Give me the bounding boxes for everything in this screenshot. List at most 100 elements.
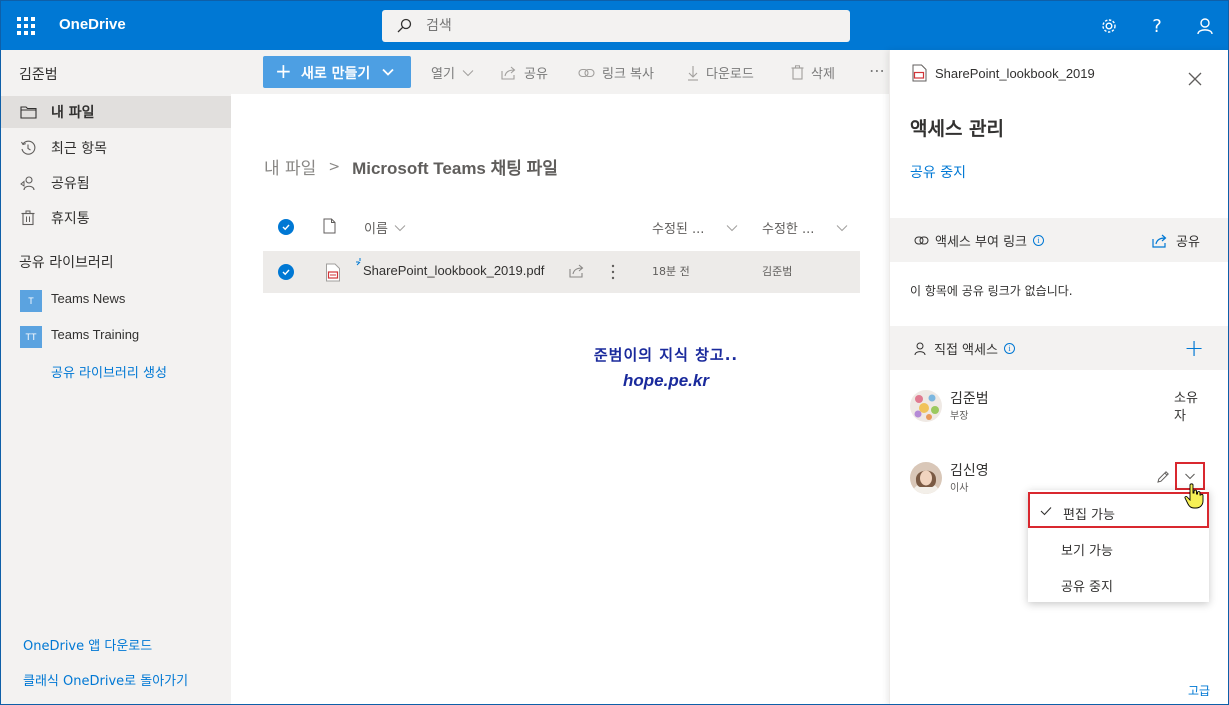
app-brand[interactable]: OneDrive: [59, 16, 126, 33]
more-button[interactable]: ⋯: [869, 61, 885, 80]
command-bar: + 새로 만들기 열기 공유 링크 복사 다운로드 삭제 ⋯: [231, 50, 889, 94]
nav-item-trash[interactable]: 휴지통: [1, 202, 231, 234]
classic-onedrive-link[interactable]: 클래식 OneDrive로 돌아가기: [23, 670, 188, 689]
trash-icon: [19, 209, 37, 227]
links-section-header: 액세스 부여 링크 i 공유: [890, 218, 1228, 262]
share-icon[interactable]: [569, 264, 585, 278]
info-icon[interactable]: i: [1033, 235, 1044, 246]
panel-file-name: SharePoint_lookbook_2019: [935, 65, 1095, 81]
person-icon[interactable]: [1193, 14, 1217, 38]
download-icon: [688, 65, 698, 81]
menu-item-can-view[interactable]: 보기 가능: [1028, 530, 1209, 566]
more-vertical-icon[interactable]: [611, 264, 615, 280]
library-label: Teams News: [51, 291, 126, 306]
history-icon: [19, 139, 37, 157]
main-content: 내 파일 > Microsoft Teams 채팅 파일 이름 수정된 ... …: [231, 94, 889, 704]
search-box[interactable]: [382, 10, 850, 42]
panel-title: 액세스 관리: [910, 118, 1005, 140]
breadcrumb-root[interactable]: 내 파일: [264, 154, 316, 179]
chevron-down-icon: [837, 224, 848, 231]
direct-access-label: 직접 액세스: [934, 343, 998, 358]
file-name[interactable]: SharePoint_lookbook_2019.pdf: [363, 263, 544, 278]
left-nav: 김준범 내 파일 최근 항목 공유됨 휴지통 공유 라이브러리 T Teams …: [1, 50, 231, 704]
nav-item-shared[interactable]: 공유됨: [1, 167, 231, 199]
breadcrumb: 내 파일 > Microsoft Teams 채팅 파일: [264, 154, 558, 180]
hand-cursor-icon: [1184, 483, 1204, 509]
table-row[interactable]: SharePoint_lookbook_2019.pdf 18분 전 김준범: [263, 251, 860, 293]
pdf-file-icon: [326, 263, 340, 282]
library-item-teams-training[interactable]: TT Teams Training: [1, 320, 231, 352]
search-input[interactable]: [426, 16, 826, 36]
panel-share-button[interactable]: 공유: [1152, 231, 1200, 250]
plus-icon: +: [275, 59, 292, 83]
top-bar: OneDrive ?: [1, 1, 1228, 50]
column-modified-by-label: 수정한 ...: [762, 222, 815, 237]
column-header-modified-by[interactable]: 수정한 ...: [762, 218, 848, 237]
column-header-modified[interactable]: 수정된 ...: [652, 218, 738, 237]
column-modified-label: 수정된 ...: [652, 222, 705, 237]
open-label: 열기: [431, 67, 455, 82]
menu-item-can-edit[interactable]: 편집 가능: [1028, 492, 1209, 528]
chevron-down-icon: [462, 69, 474, 76]
open-button[interactable]: 열기: [431, 63, 474, 82]
create-library-link[interactable]: 공유 라이브러리 생성: [51, 362, 167, 381]
chevron-down-icon: [727, 224, 738, 231]
file-type-header[interactable]: [323, 218, 336, 234]
watermark-line2: hope.pe.kr: [623, 371, 709, 390]
close-icon[interactable]: [1188, 72, 1202, 86]
permission-menu: 편집 가능 보기 가능 공유 중지: [1028, 490, 1209, 602]
watermark: 준범이의 지식 창고.. hope.pe.kr: [571, 344, 761, 391]
person-role: 이사: [950, 483, 969, 494]
file-modified-by: 김준범: [762, 265, 793, 278]
link-icon: [578, 68, 595, 77]
watermark-line1: 준범이의 지식 창고..: [593, 346, 739, 364]
direct-access-header: 직접 액세스 i +: [890, 326, 1228, 370]
avatar: [910, 462, 942, 494]
menu-item-stop-sharing[interactable]: 공유 중지: [1028, 566, 1209, 602]
library-item-teams-news[interactable]: T Teams News: [1, 284, 231, 316]
row-checkbox[interactable]: [278, 264, 294, 280]
menu-item-label: 공유 중지: [1061, 580, 1113, 595]
column-header-name[interactable]: 이름: [364, 218, 406, 237]
delete-button[interactable]: 삭제: [791, 63, 835, 82]
share-button[interactable]: 공유: [501, 63, 548, 82]
info-icon[interactable]: i: [1003, 343, 1015, 354]
person-name: 김신영: [950, 463, 989, 479]
share-label: 공유: [524, 67, 548, 82]
nav-user-name: 김준범: [19, 67, 58, 83]
nav-item-label: 최근 항목: [51, 141, 107, 157]
help-glyph: ?: [1152, 15, 1162, 37]
libraries-title: 공유 라이브러리: [19, 255, 114, 271]
panel-share-label: 공유: [1176, 235, 1200, 250]
add-person-button[interactable]: +: [1184, 334, 1204, 362]
waffle-icon[interactable]: [17, 17, 35, 35]
nav-item-my-files[interactable]: 내 파일: [1, 96, 231, 128]
pencil-icon[interactable]: [1156, 470, 1170, 484]
chevron-right-icon: >: [328, 158, 341, 175]
help-icon[interactable]: ?: [1145, 14, 1169, 38]
copy-link-button[interactable]: 링크 복사: [578, 63, 654, 82]
person-name: 김준범: [950, 391, 989, 407]
avatar: [910, 390, 942, 422]
chevron-down-icon: [382, 68, 394, 76]
file-type-icon: [323, 218, 336, 234]
column-name-label: 이름: [364, 222, 388, 237]
pdf-file-icon: [912, 64, 927, 82]
library-label: Teams Training: [51, 327, 140, 342]
folder-icon: [19, 103, 37, 121]
advanced-link[interactable]: 고급: [1188, 682, 1210, 699]
chevron-down-icon: [1185, 473, 1195, 480]
nav-item-label: 공유됨: [51, 176, 90, 192]
person-role: 부장: [950, 411, 969, 422]
new-button[interactable]: + 새로 만들기: [263, 56, 411, 88]
gear-icon[interactable]: [1097, 14, 1121, 38]
app-window: OneDrive ? 김준범: [0, 0, 1229, 705]
download-app-link[interactable]: OneDrive 앱 다운로드: [23, 635, 152, 654]
library-badge: TT: [20, 326, 42, 348]
select-all-checkbox[interactable]: [278, 219, 294, 235]
nav-item-label: 휴지통: [51, 211, 90, 227]
file-modified: 18분 전: [652, 265, 690, 278]
download-button[interactable]: 다운로드: [687, 63, 754, 82]
stop-sharing-link[interactable]: 공유 중지: [910, 162, 966, 182]
nav-item-recent[interactable]: 최근 항목: [1, 132, 231, 164]
